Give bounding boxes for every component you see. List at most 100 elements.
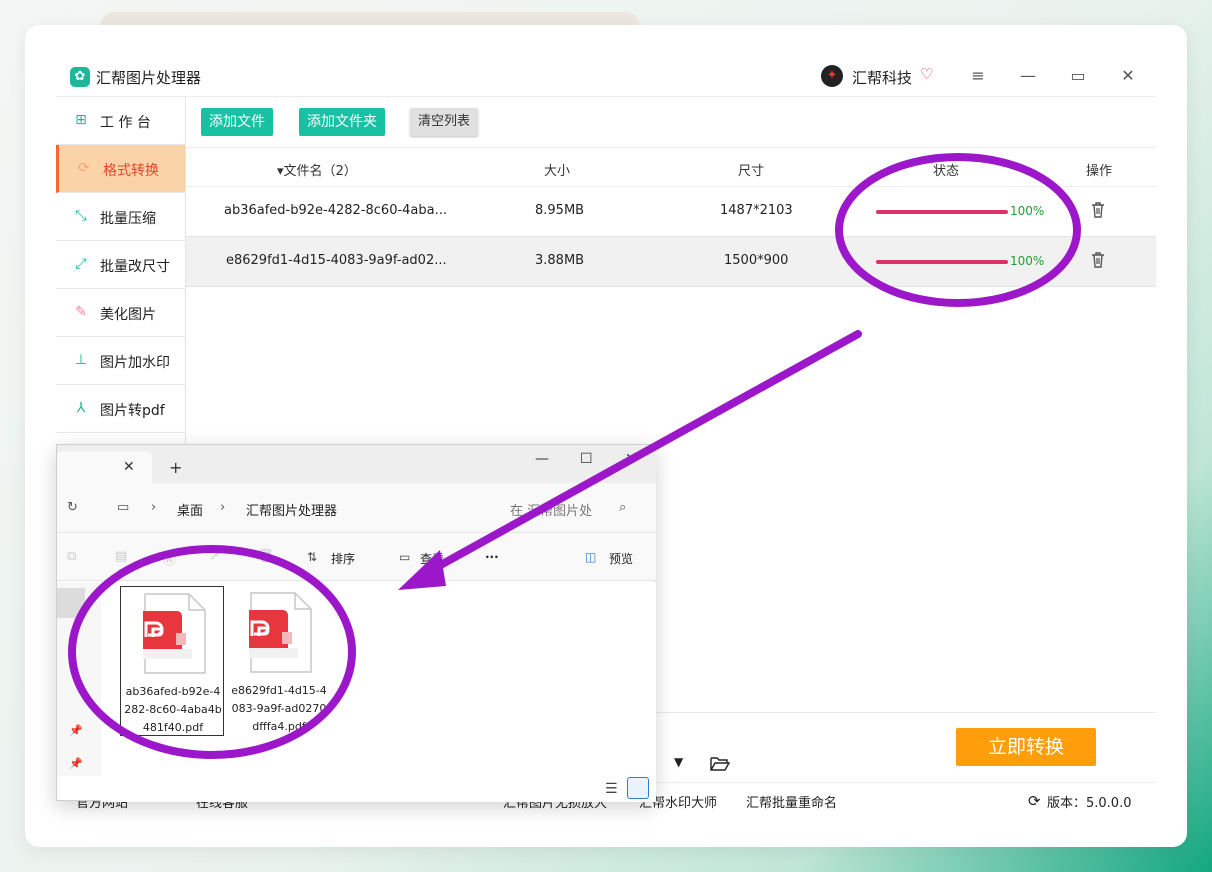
- table-row[interactable]: ab36afed-b92e-4282-8c60-4aba... 8.95MB 1…: [186, 187, 1156, 237]
- sidebar-item-label: 批量改尺寸: [100, 259, 170, 275]
- sort-button[interactable]: 排序: [331, 550, 355, 567]
- close-tab-icon[interactable]: ✕: [123, 459, 135, 475]
- tiles-view-icon[interactable]: [627, 777, 649, 799]
- file-explorer-window: ✕ + — ☐ ✕ ↻ ▭ › 桌面 › 汇帮图片处理器 在 汇帮图片处 ⌕ ⧉…: [56, 444, 656, 802]
- menu-icon[interactable]: ≡: [966, 65, 990, 87]
- footer-link-rename[interactable]: 汇帮批量重命名: [746, 792, 837, 811]
- share-icon[interactable]: ↗: [209, 549, 220, 564]
- version-label: 版本：5.0.0.0: [1047, 796, 1132, 811]
- breadcrumb-folder[interactable]: 汇帮图片处理器: [246, 500, 337, 519]
- convert-now-button[interactable]: 立即转换: [956, 728, 1096, 766]
- dashboard-icon: ⊞: [75, 112, 87, 128]
- sidebar-item-resize[interactable]: ⤢ 批量改尺寸: [56, 241, 185, 289]
- sidebar-item-label: 格式转换: [103, 163, 159, 179]
- more-button[interactable]: ···: [485, 550, 499, 564]
- explorer-navigation-pane: 📌 📌: [57, 582, 101, 776]
- explorer-command-bar: ⧉ ▤ Ⓐ ↗ 🗑 ⇅ 排序 ▭ 查看 ··· ◫ 预览: [57, 533, 656, 581]
- sidebar-item-pdf[interactable]: ⅄ 图片转pdf: [56, 385, 185, 433]
- maximize-button[interactable]: ☐: [580, 451, 593, 467]
- breadcrumb-desktop[interactable]: 桌面: [177, 500, 203, 519]
- title-bar: ✿ 汇帮图片处理器 ✦ 汇帮科技 ♡ ≡ — ▭ ✕: [56, 55, 1156, 97]
- column-header-name[interactable]: ▾文件名（2）: [277, 160, 357, 179]
- sidebar-item-label: 图片加水印: [100, 355, 170, 371]
- resize-icon: ⤢: [75, 256, 87, 272]
- file-size: 8.95MB: [535, 203, 585, 218]
- progress-label: 100%: [1010, 204, 1045, 218]
- sidebar-item-label: 批量压缩: [100, 211, 156, 227]
- sort-icon: ⇅: [307, 550, 318, 564]
- explorer-file-area: ab36afed-b92e-4282-8c60-4aba4b481f40.pdf…: [101, 582, 656, 802]
- sidebar-item-workbench[interactable]: ⊞ 工 作 台: [56, 97, 185, 145]
- explorer-tab[interactable]: ✕: [57, 451, 152, 483]
- pin-icon: 📌: [69, 724, 83, 737]
- close-button[interactable]: ✕: [625, 451, 637, 467]
- sidebar: ⊞ 工 作 台 ⟳ 格式转换 ⤡ 批量压缩 ⤢ 批量改尺寸 ✎ 美化图片 ⊥ 图…: [56, 97, 186, 487]
- nav-item-selected[interactable]: [57, 588, 85, 618]
- column-header-dimension: 尺寸: [738, 164, 765, 179]
- paste-icon[interactable]: ▤: [115, 549, 127, 564]
- sidebar-item-label: 美化图片: [100, 307, 156, 323]
- file-item[interactable]: ab36afed-b92e-4282-8c60-4aba4b481f40.pdf: [120, 586, 224, 736]
- refresh-icon[interactable]: ↻: [67, 500, 78, 515]
- folder-open-icon[interactable]: [710, 755, 730, 773]
- beautify-icon: ✎: [75, 304, 87, 320]
- view-icon: ▭: [399, 550, 411, 564]
- copy-icon[interactable]: ⧉: [67, 549, 76, 564]
- add-folder-button[interactable]: 添加文件夹: [299, 108, 385, 136]
- column-header-status: 状态: [933, 164, 960, 179]
- pdf-file-icon: [143, 593, 206, 674]
- explorer-tab-bar: ✕ + — ☐ ✕: [57, 445, 656, 483]
- preview-pane-icon: ◫: [585, 550, 597, 564]
- search-icon[interactable]: ⌕: [619, 500, 626, 515]
- chevron-right-icon: ›: [220, 500, 226, 515]
- computer-icon[interactable]: ▭: [117, 500, 129, 515]
- preview-button[interactable]: 预览: [609, 550, 633, 567]
- column-header-size: 大小: [544, 164, 571, 179]
- progress-label: 100%: [1010, 254, 1045, 268]
- trash-icon[interactable]: [1089, 250, 1107, 270]
- chevron-down-icon[interactable]: ▼: [674, 755, 683, 769]
- refresh-icon[interactable]: ⟳: [1028, 792, 1041, 810]
- explorer-address-bar: ↻ ▭ › 桌面 › 汇帮图片处理器 在 汇帮图片处 ⌕: [57, 483, 656, 533]
- column-header-action: 操作: [1086, 164, 1113, 179]
- minimize-button[interactable]: —: [1016, 65, 1040, 87]
- new-tab-icon[interactable]: +: [169, 458, 182, 477]
- file-size: 3.88MB: [535, 253, 585, 268]
- compress-icon: ⤡: [75, 208, 87, 224]
- maximize-button[interactable]: ▭: [1066, 65, 1090, 87]
- close-button[interactable]: ✕: [1116, 65, 1140, 87]
- minimize-button[interactable]: —: [535, 451, 549, 467]
- file-item[interactable]: e8629fd1-4d15-4083-9a9f-ad0270dfffa4.pdf: [227, 586, 331, 736]
- trash-icon[interactable]: [1089, 200, 1107, 220]
- progress-bar: [876, 210, 1008, 214]
- rename-icon[interactable]: Ⓐ: [163, 549, 176, 568]
- delete-icon[interactable]: 🗑: [257, 549, 274, 564]
- search-input[interactable]: 在 汇帮图片处: [510, 500, 592, 519]
- file-name: e8629fd1-4d15-4083-9a9f-ad02...: [226, 253, 447, 268]
- details-view-icon[interactable]: ☰: [605, 781, 618, 797]
- clear-list-button[interactable]: 清空列表: [410, 108, 479, 136]
- file-dimension: 1487*2103: [720, 203, 793, 218]
- vip-icon[interactable]: ♡: [920, 65, 933, 83]
- watermark-icon: ⊥: [74, 352, 88, 368]
- file-name: e8629fd1-4d15-4083-9a9f-ad0270dfffa4.pdf: [231, 684, 327, 733]
- sidebar-item-beautify[interactable]: ✎ 美化图片: [56, 289, 185, 337]
- brand-name[interactable]: 汇帮科技: [852, 67, 912, 88]
- progress-bar: [876, 260, 1008, 264]
- add-file-button[interactable]: 添加文件: [201, 108, 273, 136]
- pin-icon: 📌: [69, 757, 83, 770]
- pdf-file-icon: [249, 592, 312, 673]
- pdf-icon: ⅄: [76, 400, 86, 416]
- sidebar-item-watermark[interactable]: ⊥ 图片加水印: [56, 337, 185, 385]
- sidebar-item-compress[interactable]: ⤡ 批量压缩: [56, 193, 185, 241]
- view-button[interactable]: 查看: [420, 550, 444, 567]
- sidebar-item-label: 图片转pdf: [100, 403, 165, 419]
- app-title: 汇帮图片处理器: [96, 69, 202, 87]
- sidebar-item-format-convert[interactable]: ⟳ 格式转换: [56, 145, 185, 193]
- app-logo-icon: ✿: [70, 67, 90, 87]
- chevron-right-icon: ›: [151, 500, 157, 515]
- table-row[interactable]: e8629fd1-4d15-4083-9a9f-ad02... 3.88MB 1…: [186, 237, 1156, 287]
- brand-logo-icon: ✦: [821, 65, 843, 87]
- file-table-header: ▾文件名（2） 大小 尺寸 状态 操作: [186, 147, 1156, 187]
- sidebar-item-label: 工 作 台: [100, 115, 151, 131]
